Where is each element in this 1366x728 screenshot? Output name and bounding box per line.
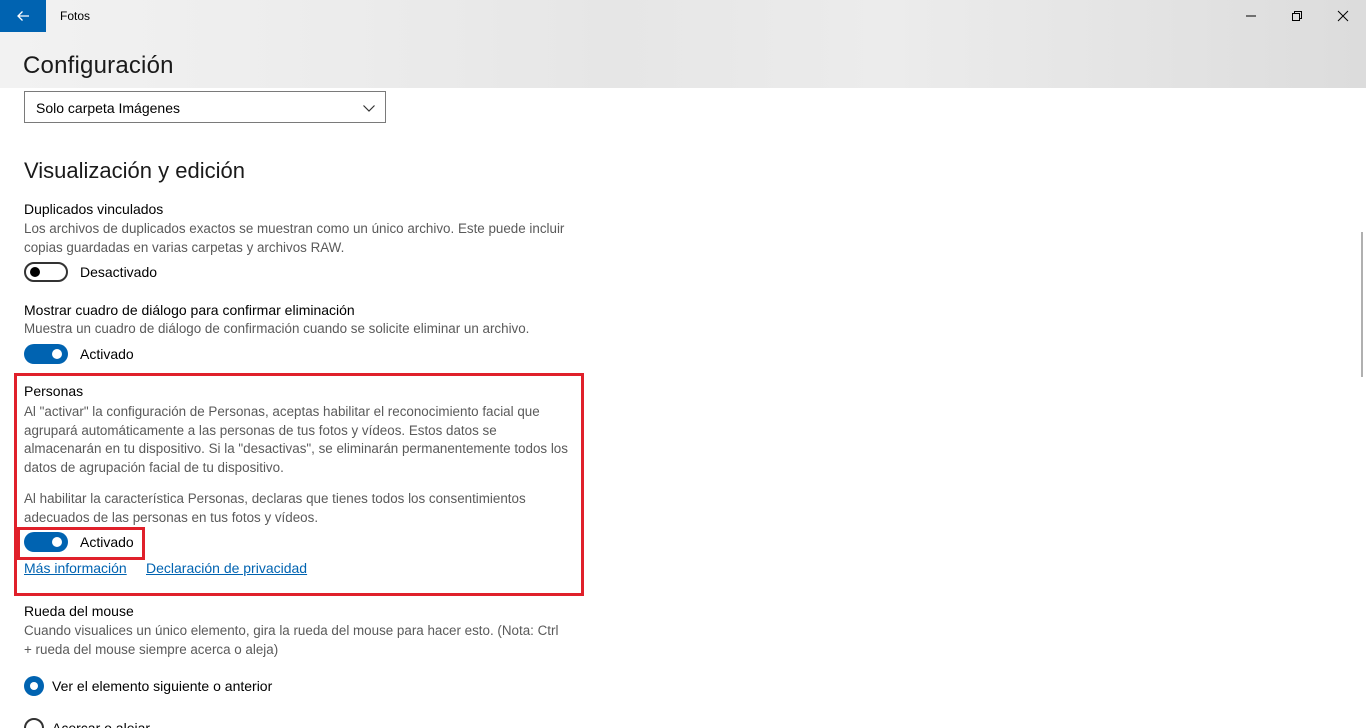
- privacy-statement-link[interactable]: Declaración de privacidad: [146, 560, 307, 576]
- minimize-icon: [1246, 15, 1256, 17]
- app-title: Fotos: [60, 9, 91, 23]
- restore-icon: [1292, 11, 1302, 21]
- people-title: Personas: [24, 383, 84, 399]
- toggle-knob: [52, 537, 62, 547]
- mouse-wheel-title: Rueda del mouse: [24, 603, 134, 619]
- radio-next-previous-label[interactable]: Ver el elemento siguiente o anterior: [52, 678, 272, 694]
- people-toggle[interactable]: [24, 532, 68, 552]
- confirm-delete-title: Mostrar cuadro de diálogo para confirmar…: [24, 302, 355, 318]
- people-toggle-label: Activado: [80, 534, 134, 550]
- title-bar: Fotos Configuración: [0, 0, 1366, 88]
- page-title: Configuración: [23, 52, 174, 79]
- more-info-link[interactable]: Más información: [24, 560, 127, 576]
- radio-next-previous[interactable]: [24, 676, 44, 696]
- back-button[interactable]: [0, 0, 46, 32]
- duplicates-title: Duplicados vinculados: [24, 201, 164, 217]
- dropdown-selected-value: Solo carpeta Imágenes: [36, 100, 180, 116]
- confirm-delete-description: Muestra un cuadro de diálogo de confirma…: [24, 321, 530, 336]
- toggle-knob: [52, 349, 62, 359]
- close-button[interactable]: [1320, 0, 1366, 32]
- toggle-knob: [30, 267, 40, 277]
- confirm-delete-toggle[interactable]: [24, 344, 68, 364]
- confirm-delete-toggle-label: Activado: [80, 346, 134, 362]
- radio-zoom-label[interactable]: Acercar o alejar: [52, 720, 150, 728]
- people-description: Al "activar" la configuración de Persona…: [24, 404, 568, 475]
- section-title: Visualización y edición: [24, 158, 245, 183]
- restore-button[interactable]: [1274, 0, 1320, 32]
- duplicates-description: Los archivos de duplicados exactos se mu…: [24, 221, 565, 255]
- mouse-wheel-description: Cuando visualices un único elemento, gir…: [24, 623, 559, 657]
- minimize-button[interactable]: [1228, 0, 1274, 32]
- close-icon: [1337, 10, 1349, 22]
- vertical-scrollbar[interactable]: [1361, 232, 1363, 377]
- duplicates-toggle[interactable]: [24, 262, 68, 282]
- chevron-down-icon: [363, 105, 375, 112]
- people-consent-description: Al habilitar la característica Personas,…: [24, 491, 526, 525]
- folder-source-dropdown[interactable]: Solo carpeta Imágenes: [24, 91, 386, 123]
- radio-zoom[interactable]: [24, 718, 44, 728]
- back-arrow-icon: [17, 11, 29, 21]
- duplicates-toggle-label: Desactivado: [80, 264, 158, 280]
